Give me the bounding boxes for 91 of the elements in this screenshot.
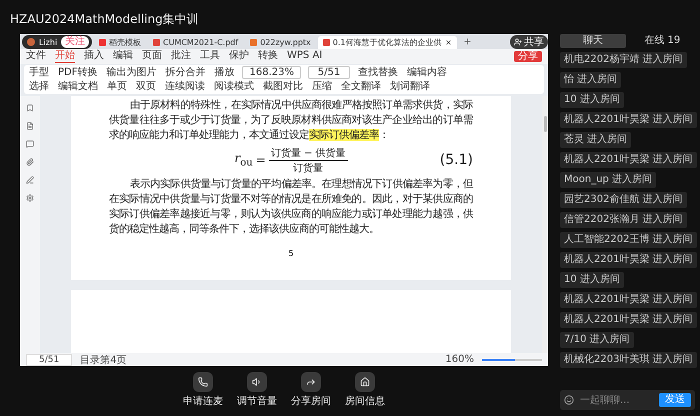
chat-message: 信管2202张瀚月 进入房间: [560, 212, 687, 228]
person-icon: [514, 38, 522, 46]
speaker-icon: [252, 377, 262, 387]
toolbar-button[interactable]: 压缩: [311, 80, 333, 92]
chat-message: 10 进入房间: [560, 92, 624, 108]
ribbon-tab[interactable]: 转换: [258, 50, 278, 63]
formula-symbol: r$_{ou}$: [234, 151, 253, 169]
toolbar-button[interactable]: 划词翻译: [389, 80, 431, 92]
chat-message: 机器人2201叶昊梁 进入房间: [560, 112, 697, 128]
chat-message: 机器人2201叶昊梁 进入房间: [560, 152, 697, 168]
chat-message: 机器人2201叶昊梁 进入房间: [560, 312, 697, 328]
house-icon: [360, 377, 370, 387]
forward-arrow-icon: [306, 377, 316, 387]
panel-tab[interactable]: 在线 19: [630, 34, 695, 48]
page-number: 5: [288, 249, 294, 258]
emoji-icon[interactable]: [564, 395, 574, 405]
chat-message: 人工智能2202王博 进入房间: [560, 232, 697, 248]
close-icon[interactable]: [444, 39, 452, 46]
ribbon-tab[interactable]: 插入: [84, 50, 104, 63]
chat-message: Moon_up 进入房间: [560, 172, 656, 188]
toolbar-field[interactable]: 5/51: [308, 66, 350, 79]
share-button[interactable]: 分享: [514, 51, 542, 62]
toolbar-button[interactable]: 输出为图片: [105, 66, 158, 78]
chat-message: 园艺2302俞佳航 进入房间: [560, 192, 687, 208]
control-button[interactable]: 申请连麦: [183, 372, 223, 408]
file-icon: [322, 39, 330, 46]
chat-message: 10 进入房间: [560, 272, 624, 288]
document-tab[interactable]: CUMCM2021-C.pdf: [148, 36, 244, 49]
window-title: HZAU2024MathModelling集中训: [10, 12, 199, 26]
toolbar-button[interactable]: 播放: [213, 66, 236, 78]
chat-message: 机电2202杨宇靖 进入房间: [560, 52, 687, 68]
toolbar-button[interactable]: 阅读模式: [213, 80, 255, 92]
file-menu[interactable]: 文件: [26, 50, 46, 63]
zoom-label: 160%: [445, 354, 474, 365]
ribbon-tab[interactable]: 保护: [229, 50, 249, 63]
toolbar-button[interactable]: 选择: [28, 80, 50, 92]
chat-message: 怡 进入房间: [560, 72, 622, 88]
toolbar-button[interactable]: PDF转换: [57, 66, 98, 78]
streamer-name: Lizhi: [39, 38, 58, 46]
document-icon[interactable]: [26, 122, 34, 130]
page-field[interactable]: 5/51: [26, 354, 72, 366]
equals-sign: =: [256, 153, 266, 167]
add-tab-icon[interactable]: [462, 37, 472, 46]
paragraph: 表示内实际供货量与订货量的平均偏差率。在理想情况下订供偏差率为零，但在实际情况中供货量与订货量不对等的情况是在所难免的。因此，对于某供应商的实际订供偏差率越接近与零，则认为该供应商的响应能力或订单处理能力越强，供货的稳定性越高，同等条件下，选择该供应商的可能性越大。: [109, 177, 473, 237]
ribbon-tab[interactable]: 页面: [142, 50, 162, 63]
control-button[interactable]: 分享房间: [291, 372, 331, 408]
avatar-icon: [27, 38, 35, 46]
file-icon: [250, 39, 258, 46]
chat-message: 7/10 进入房间: [560, 332, 634, 348]
file-icon: [99, 39, 106, 46]
control-button[interactable]: 调节音量: [237, 372, 277, 408]
control-button[interactable]: 房间信息: [345, 372, 385, 408]
ribbon-tab[interactable]: 开始: [55, 50, 75, 63]
toolbar-button[interactable]: 编辑文档: [57, 80, 99, 92]
paperclip-icon[interactable]: [26, 158, 34, 166]
toolbar-field[interactable]: 168.23%: [242, 66, 301, 79]
follow-button[interactable]: 关注: [61, 36, 90, 48]
chat-message: 机械化2203叶美琪 进入房间: [560, 352, 697, 368]
document-tab[interactable]: 0.1何海慧于优化算法的企业供: [318, 36, 457, 49]
comment-icon[interactable]: [26, 140, 34, 148]
toolbar-button[interactable]: 查找替换: [356, 66, 399, 78]
section-label: 目录第4页: [80, 354, 127, 366]
scrollbar[interactable]: [542, 96, 548, 353]
toolbar-button[interactable]: 拆分合并: [164, 66, 206, 78]
chat-message: 机器人2201叶昊梁 进入房间: [560, 292, 697, 308]
toolbar-button[interactable]: 截图对比: [262, 80, 304, 92]
document-tab[interactable]: 稻壳模板: [94, 36, 146, 49]
paragraph: 由于原材料的特殊性，在实际情况中供应商很难严格按照订单需求供货，实际供货量往往多于或少于订货量，为了反映原材料供应商对该生产企业给出的订单需求的响应能力和订单处理能力，本文通过设定实际订供偏差率：: [109, 98, 473, 143]
toolbar-button[interactable]: 单页: [106, 80, 128, 92]
settings-icon[interactable]: [26, 194, 34, 202]
toolbar-button[interactable]: 编辑内容: [406, 66, 448, 78]
ribbon-tab[interactable]: 批注: [171, 50, 191, 63]
formula-numerator: 订货量 − 供货量: [268, 146, 348, 160]
document-tab[interactable]: 022zyw.pptx: [245, 36, 316, 49]
toolbar-button[interactable]: 全文翻译: [340, 80, 382, 92]
ribbon-tab[interactable]: WPS AI: [287, 50, 322, 63]
formula-denominator: 订货量: [293, 162, 324, 174]
share-screen-button[interactable]: 共享: [510, 35, 548, 49]
bookmark-icon[interactable]: [26, 104, 34, 112]
toolbar-button[interactable]: 手型: [28, 66, 50, 78]
chat-message: 机器人2201叶昊梁 进入房间: [560, 252, 697, 268]
phone-icon: [198, 377, 208, 387]
file-icon: [153, 39, 160, 46]
toolbar-button[interactable]: 连续阅读: [164, 80, 206, 92]
chat-message: 苍灵 进入房间: [560, 132, 632, 148]
equation-number: (5.1): [440, 152, 473, 168]
toolbar-button[interactable]: 双页: [135, 80, 157, 92]
pen-icon[interactable]: [26, 176, 34, 184]
panel-tab[interactable]: 聊天: [560, 34, 626, 48]
ribbon-tab[interactable]: 工具: [200, 50, 220, 63]
ribbon-tab[interactable]: 编辑: [113, 50, 133, 63]
